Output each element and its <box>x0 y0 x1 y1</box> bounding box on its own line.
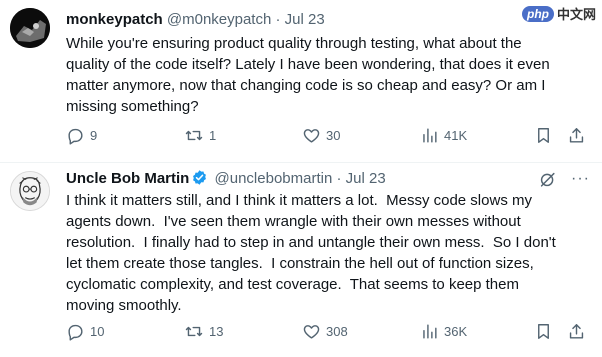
repost-button[interactable]: 13 <box>184 322 223 341</box>
views-count: 41K <box>444 128 468 143</box>
repost-count: 1 <box>209 128 217 143</box>
verified-badge-icon <box>193 170 207 185</box>
grok-icon[interactable] <box>538 170 557 189</box>
watermark-text: 中文网 <box>556 7 596 22</box>
author-name[interactable]: monkeypatch <box>66 11 163 28</box>
separator: · <box>336 170 342 187</box>
share-icon[interactable] <box>567 126 586 145</box>
reply-count: 9 <box>90 128 98 143</box>
watermark-badge: php <box>521 5 554 22</box>
repost-icon <box>185 326 203 337</box>
tweet-header: monkeypatch @m0nkeypatch · Jul 23 <box>66 10 590 30</box>
like-count: 30 <box>326 128 341 143</box>
tweet-date[interactable]: Jul 23 <box>346 170 386 187</box>
views-icon <box>423 324 437 339</box>
reply-button[interactable]: 9 <box>66 126 97 145</box>
more-options-button[interactable]: ··· <box>571 169 590 189</box>
reply-icon <box>68 128 83 145</box>
avatar[interactable] <box>10 171 50 211</box>
share-icon[interactable] <box>567 322 586 341</box>
like-icon <box>303 129 320 143</box>
bookmark-icon[interactable] <box>534 126 553 145</box>
tweet-header: Uncle Bob Martin @unclebobmartin · Jul 2… <box>66 169 590 189</box>
author-handle[interactable]: @m0nkeypatch <box>167 11 271 28</box>
views-button[interactable]: 36K <box>420 322 467 341</box>
like-count: 308 <box>326 324 348 339</box>
avatar[interactable] <box>10 8 50 48</box>
reply-button[interactable]: 10 <box>66 322 104 341</box>
tweet[interactable]: monkeypatch @m0nkeypatch · Jul 23 php 中文… <box>0 0 602 163</box>
repost-count: 13 <box>209 324 224 339</box>
author-handle[interactable]: @unclebobmartin <box>215 170 333 187</box>
tweet-date[interactable]: Jul 23 <box>285 11 325 28</box>
repost-button[interactable]: 1 <box>184 126 216 145</box>
tweet[interactable]: Uncle Bob Martin @unclebobmartin · Jul 2… <box>0 163 602 357</box>
views-button[interactable]: 41K <box>420 126 467 145</box>
watermark: php 中文网 <box>521 4 596 23</box>
action-bar: 10 13 308 36K <box>66 322 592 342</box>
reply-icon <box>68 324 83 341</box>
author-name[interactable]: Uncle Bob Martin <box>66 170 189 187</box>
action-bar: 9 1 30 41K <box>66 126 592 146</box>
tweet-text: While you're ensuring product quality th… <box>66 35 550 115</box>
reply-count: 10 <box>90 324 105 339</box>
like-button[interactable]: 308 <box>302 322 348 341</box>
like-icon <box>303 325 320 339</box>
separator: · <box>275 11 281 28</box>
views-count: 36K <box>444 324 468 339</box>
views-icon <box>423 128 437 143</box>
bookmark-icon[interactable] <box>534 322 553 341</box>
tweet-text: I think it matters still, and I think it… <box>66 192 556 314</box>
repost-icon <box>185 130 203 141</box>
like-button[interactable]: 30 <box>302 126 340 145</box>
